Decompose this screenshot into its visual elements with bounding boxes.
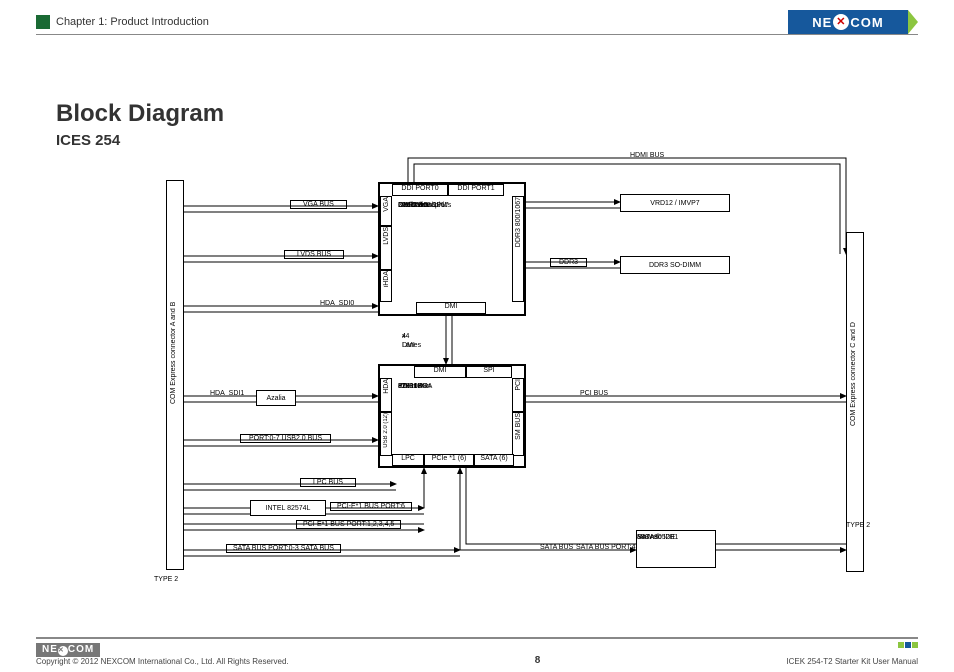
right-connector-label: COM Express connector C and D bbox=[850, 256, 857, 426]
pch-dmi: DMI bbox=[414, 366, 466, 378]
diagram-canvas: COM Express connector A and B TYPE 2 COM… bbox=[0, 0, 954, 672]
cpu-ddr3: DDR3 800/1067 bbox=[512, 196, 524, 302]
bus-pci-label: PCI BUS bbox=[580, 390, 608, 397]
cpu-ihda: iHDA bbox=[380, 270, 392, 302]
azalia-box: Azalia bbox=[256, 390, 296, 406]
chip-sata-ide: SATA to IDE Marvell 88SA8052B1 bbox=[636, 530, 716, 568]
cpu-ddi0: DDI PORT0 bbox=[392, 184, 448, 196]
right-connector-type: TYPE 2 bbox=[846, 522, 870, 529]
bus-ddr3-label: DDR3 bbox=[550, 258, 587, 267]
bus-pcie6-label: PCI-E*1 BUS PORT:6 bbox=[330, 502, 412, 511]
chip-intel-lan: INTEL 82574L bbox=[250, 500, 326, 516]
bus-lvds-label: LVDS BUS bbox=[284, 250, 344, 259]
bus-hda-sdi0-label: HDA_SDI0 bbox=[320, 300, 354, 307]
left-connector-type: TYPE 2 bbox=[154, 576, 178, 583]
pch-spi: SPI bbox=[466, 366, 512, 378]
bus-usb-label: PORT:0-7 USB2.0 BUS bbox=[240, 434, 331, 443]
bus-vga-label: VGA BUS bbox=[290, 200, 347, 209]
pch-lpc: LPC bbox=[392, 454, 424, 466]
bus-hda-sdi1-label: HDA_SDI1 bbox=[210, 390, 244, 397]
cpu-dmi: DMI bbox=[416, 302, 486, 314]
pch-sata: SATA (6) bbox=[474, 454, 514, 466]
left-connector-label: COM Express connector A and B bbox=[170, 244, 177, 404]
page-number: 8 bbox=[535, 655, 541, 666]
chip-sodimm: DDR3 SO-DIMM bbox=[620, 256, 730, 274]
bus-sata-left-label: SATA BUS PORT:0-3 SATA BUS bbox=[226, 544, 341, 553]
bus-sata-r1-label: SATA BUS bbox=[540, 544, 573, 551]
copyright-text: Copyright © 2012 NEXCOM International Co… bbox=[36, 657, 289, 666]
pch-outer bbox=[378, 364, 526, 468]
cpu-lvds: LVDS bbox=[380, 226, 392, 270]
cpu-ddi1: DDI PORT1 bbox=[448, 184, 504, 196]
chip-vrd: VRD12 / IMVP7 bbox=[620, 194, 730, 212]
pch-usb: USB 2.0 (12) bbox=[380, 412, 392, 456]
pch-pcie: PCIe *1 (6) bbox=[424, 454, 474, 466]
bus-lpc-label: LPC BUS bbox=[300, 478, 356, 487]
cpu-vga: VGA bbox=[380, 196, 392, 226]
page-footer: NE✕COM Copyright © 2012 NEXCOM Internati… bbox=[36, 637, 918, 666]
bus-sata-r2-label: SATA BUS PORT:4 bbox=[576, 544, 636, 551]
pch-body-line: 31x31 mm bbox=[398, 382, 431, 393]
pch-smbus: SM BUS bbox=[512, 412, 524, 456]
document-name: ICEK 254-T2 Starter Kit User Manual bbox=[786, 657, 918, 666]
footer-logo: NE✕COM bbox=[36, 643, 289, 657]
cpu-body-line: 22*22mm bbox=[398, 200, 428, 211]
pch-pci: PCI bbox=[512, 378, 524, 412]
bus-hdmi-label: HDMI BUS bbox=[630, 152, 664, 159]
pch-hda: HDA bbox=[380, 378, 392, 412]
bus-pcie-sub-label: PCI-E*1 BUS PORT:1,2,3,4,5 bbox=[296, 520, 401, 529]
